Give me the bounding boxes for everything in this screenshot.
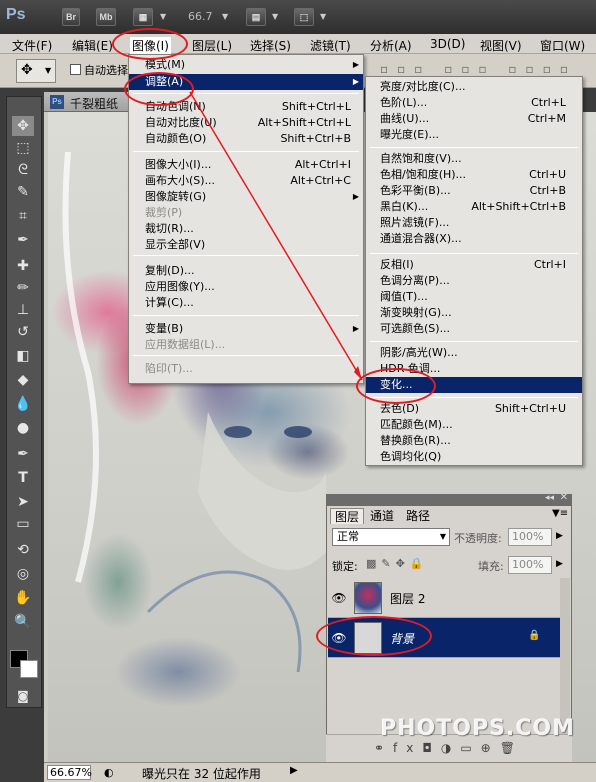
annotation-arrow — [189, 91, 363, 381]
